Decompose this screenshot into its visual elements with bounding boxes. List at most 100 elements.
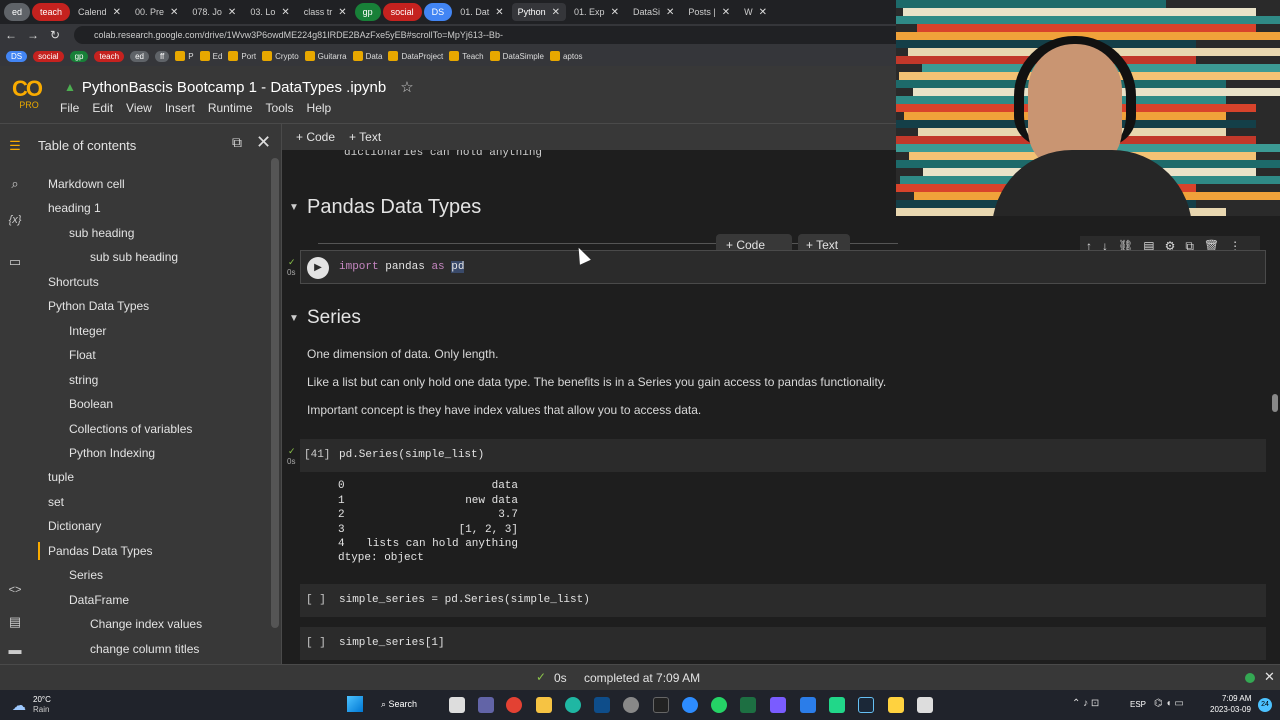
app-icon[interactable] bbox=[800, 697, 816, 713]
browser-tab[interactable]: DataSi ✕ bbox=[627, 3, 680, 21]
bookmark-item[interactable]: aptos bbox=[549, 51, 583, 61]
scroll-indicator[interactable] bbox=[1272, 394, 1278, 412]
url-field[interactable]: colab.research.google.com/drive/1Wvw3P6o… bbox=[74, 26, 904, 44]
tray-icons[interactable]: ⌃ ♪ ⊡ bbox=[1072, 698, 1099, 709]
bookmark-item[interactable]: Guitarra bbox=[304, 51, 347, 61]
bookmark-item[interactable]: Port bbox=[228, 51, 256, 61]
run-cell-button[interactable]: ▶ bbox=[307, 257, 329, 279]
reload-icon[interactable]: ↻ bbox=[44, 28, 66, 42]
tab-close-icon[interactable]: ✕ bbox=[281, 7, 289, 18]
bookmark-item[interactable]: teach bbox=[94, 50, 125, 62]
tab-group-chip[interactable]: ed bbox=[4, 3, 31, 21]
browser-tab[interactable]: 03. Lo ✕ bbox=[244, 3, 295, 21]
chrome-icon[interactable] bbox=[506, 697, 522, 713]
tab-close-icon[interactable]: ✕ bbox=[722, 7, 730, 18]
tab-close-icon[interactable]: ✕ bbox=[552, 7, 560, 18]
bookmark-item[interactable]: P bbox=[175, 51, 194, 61]
variables-icon[interactable]: {x} bbox=[0, 214, 30, 226]
toc-item[interactable]: Float bbox=[69, 348, 96, 362]
menu-item[interactable]: Help bbox=[307, 101, 332, 115]
language-indicator[interactable]: ESP bbox=[1130, 700, 1146, 709]
tab-group-chip[interactable]: social bbox=[382, 3, 422, 21]
toc-item[interactable]: DataFrame bbox=[69, 593, 129, 607]
menu-item[interactable]: Edit bbox=[92, 101, 113, 115]
app-icon[interactable] bbox=[594, 697, 610, 713]
tab-close-icon[interactable]: ✕ bbox=[611, 7, 619, 18]
toc-item[interactable]: Markdown cell bbox=[48, 177, 125, 191]
tab-group-chip[interactable]: DS bbox=[423, 3, 453, 21]
browser-tab[interactable]: W ✕ bbox=[738, 3, 773, 21]
code-cell-index[interactable]: [ ] simple_series[1] bbox=[300, 627, 1266, 660]
toc-item[interactable]: Series bbox=[69, 568, 103, 582]
toc-item[interactable]: Shortcuts bbox=[48, 275, 99, 289]
bookmark-item[interactable]: Data bbox=[352, 51, 382, 61]
zoom-icon[interactable] bbox=[682, 697, 698, 713]
browser-tab[interactable]: Posts | ✕ bbox=[682, 3, 736, 21]
browser-tab[interactable]: 01. Dat ✕ bbox=[454, 3, 509, 21]
collapse-section-icon[interactable]: ▼ bbox=[289, 202, 299, 213]
explorer-icon[interactable] bbox=[536, 697, 552, 713]
browser-tab[interactable]: Calend ✕ bbox=[72, 3, 127, 21]
bookmark-item[interactable]: ff bbox=[154, 50, 170, 62]
toc-item[interactable]: tuple bbox=[48, 470, 74, 484]
bookmark-item[interactable]: ed bbox=[130, 50, 149, 62]
files-icon[interactable]: ▭ bbox=[0, 254, 30, 270]
tab-group-chip[interactable]: teach bbox=[32, 3, 71, 21]
toc-item[interactable]: Python Data Types bbox=[48, 299, 149, 313]
toc-item[interactable]: string bbox=[69, 373, 98, 387]
menu-item[interactable]: Tools bbox=[266, 101, 294, 115]
forward-icon[interactable]: → bbox=[22, 28, 44, 42]
browser-tab[interactable]: Python ✕ bbox=[511, 3, 567, 21]
toc-item[interactable]: sub sub heading bbox=[90, 250, 178, 264]
steam-icon[interactable] bbox=[858, 697, 874, 713]
command-palette-icon[interactable]: ▤ bbox=[0, 614, 30, 630]
toc-item[interactable]: Integer bbox=[69, 324, 106, 338]
taskbar-search[interactable]: ⌕ Search bbox=[381, 696, 433, 714]
bookmark-item[interactable]: DataProject bbox=[388, 51, 443, 61]
bookmark-item[interactable]: Teach bbox=[449, 51, 484, 61]
open-in-tab-icon[interactable]: ⧉ bbox=[232, 134, 242, 151]
toc-item[interactable]: Dictionary bbox=[48, 519, 101, 533]
code-cell-simple-series[interactable]: [ ] simple_series = pd.Series(simple_lis… bbox=[300, 584, 1266, 617]
toc-item[interactable]: set bbox=[48, 495, 64, 509]
menu-item[interactable]: File bbox=[60, 101, 79, 115]
back-icon[interactable]: ← bbox=[0, 28, 22, 42]
bookmark-item[interactable]: gp bbox=[69, 50, 89, 62]
toc-item[interactable]: Change index values bbox=[90, 617, 202, 631]
browser-tab[interactable]: 00. Pre ✕ bbox=[129, 3, 184, 21]
system-tray-icons[interactable]: ⌬ ◖ ▭ bbox=[1154, 698, 1184, 709]
tab-close-icon[interactable]: ✕ bbox=[113, 7, 121, 18]
toc-item[interactable]: heading 1 bbox=[48, 201, 101, 215]
clock-time[interactable]: 7:09 AM bbox=[1222, 694, 1251, 703]
excel-icon[interactable] bbox=[740, 697, 756, 713]
tab-close-icon[interactable]: ✕ bbox=[338, 7, 346, 18]
terminal-icon[interactable]: ▬ bbox=[0, 642, 30, 657]
app-icon[interactable] bbox=[653, 697, 669, 713]
sticky-notes-icon[interactable] bbox=[888, 697, 904, 713]
menu-item[interactable]: View bbox=[126, 101, 152, 115]
code-cell-41[interactable]: [41] pd.Series(simple_list) bbox=[300, 439, 1266, 472]
tab-close-icon[interactable]: ✕ bbox=[666, 7, 674, 18]
toc-item[interactable]: Boolean bbox=[69, 397, 113, 411]
bookmark-item[interactable]: DataSimple bbox=[489, 51, 544, 61]
bookmark-item[interactable]: DS bbox=[6, 50, 28, 62]
pycharm-icon[interactable] bbox=[829, 697, 845, 713]
close-status-icon[interactable]: ✕ bbox=[1264, 669, 1275, 685]
code-snippets-icon[interactable]: <> bbox=[0, 584, 30, 596]
clock-date[interactable]: 2023-03-09 bbox=[1210, 705, 1251, 714]
whatsapp-icon[interactable] bbox=[711, 697, 727, 713]
app-icon[interactable] bbox=[623, 697, 639, 713]
bookmark-item[interactable]: Ed bbox=[199, 51, 222, 61]
browser-tab[interactable]: 078. Jo ✕ bbox=[186, 3, 242, 21]
collapse-section-icon[interactable]: ▼ bbox=[289, 313, 299, 324]
colab-logo[interactable]: CO PRO bbox=[12, 76, 46, 110]
app-icon[interactable] bbox=[770, 697, 786, 713]
toc-icon[interactable]: ☰ bbox=[0, 138, 30, 154]
tab-close-icon[interactable]: ✕ bbox=[759, 7, 767, 18]
add-text-button[interactable]: + Text bbox=[349, 130, 381, 144]
toc-item[interactable]: Python Indexing bbox=[69, 446, 155, 460]
start-icon[interactable] bbox=[347, 696, 363, 712]
toc-scrollbar[interactable] bbox=[271, 158, 279, 628]
task-view-icon[interactable] bbox=[449, 697, 465, 713]
menu-item[interactable]: Insert bbox=[165, 101, 195, 115]
